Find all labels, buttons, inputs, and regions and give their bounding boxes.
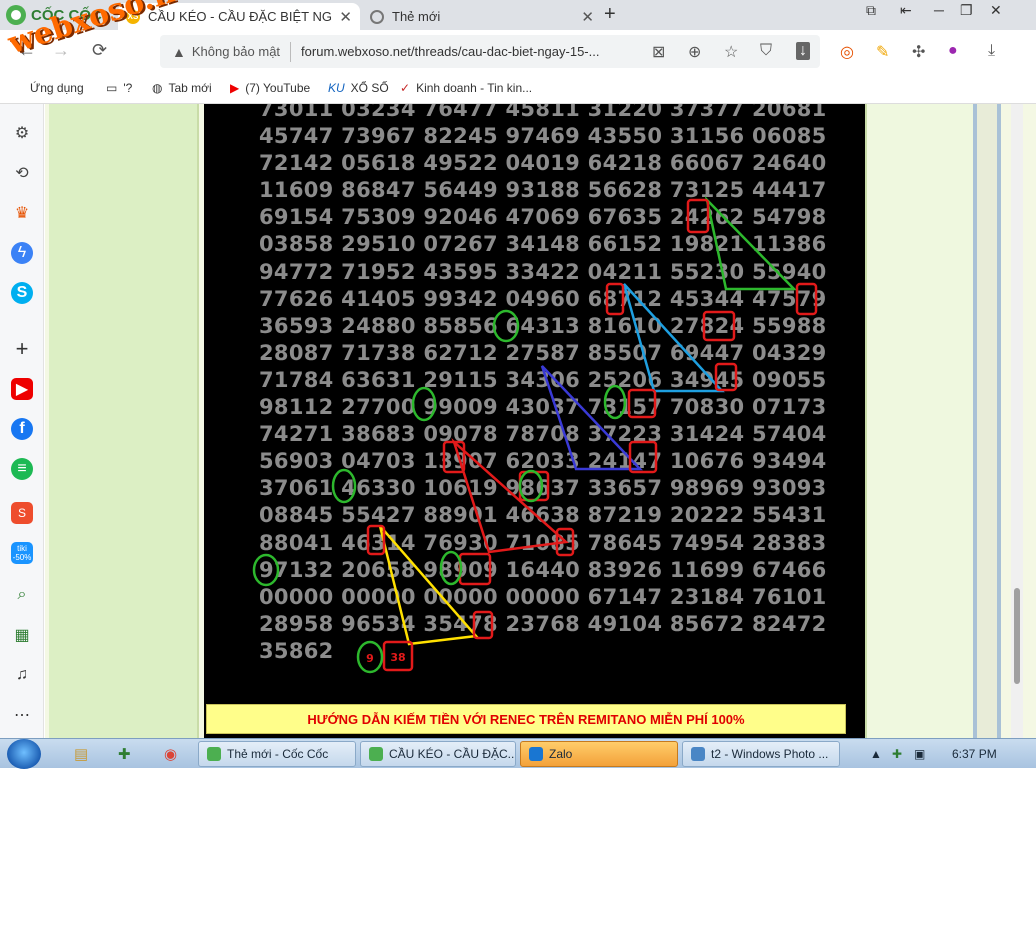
- clock[interactable]: 6:37 PM: [952, 747, 997, 761]
- divider: [290, 41, 292, 62]
- green-circles: [252, 309, 627, 674]
- bookmark-apps[interactable]: Ứng dụng: [30, 81, 84, 95]
- task-zalo[interactable]: Zalo: [520, 741, 678, 767]
- bookmark-youtube[interactable]: ▶ (7) YouTube: [230, 81, 310, 95]
- crown-icon[interactable]: ♛: [11, 202, 33, 224]
- toolbar: ← → ⟳ ▲ Không bảo mật forum.webxoso.net/…: [0, 30, 1036, 74]
- pencil-icon[interactable]: ✎: [876, 42, 889, 62]
- address-bar[interactable]: ▲ Không bảo mật forum.webxoso.net/thread…: [160, 35, 820, 68]
- table-icon[interactable]: ▦: [11, 624, 33, 646]
- new-tab-button[interactable]: +: [604, 3, 616, 26]
- youtube-icon: ▶: [230, 81, 240, 95]
- page-border: [973, 104, 1001, 738]
- box-label-38: 38: [390, 651, 405, 664]
- screenshot-icon[interactable]: ⧉: [866, 2, 876, 19]
- bookmark-xoso[interactable]: KU XỔ SỐ: [328, 81, 389, 95]
- restore-icon[interactable]: ❐: [960, 2, 973, 19]
- downloads-icon[interactable]: ⤓: [988, 42, 995, 60]
- globe-icon: ◍: [152, 81, 163, 95]
- close-icon[interactable]: ✕: [581, 8, 594, 26]
- download-page-icon[interactable]: ↓: [796, 42, 810, 60]
- shopee-icon[interactable]: S: [11, 502, 33, 524]
- explorer-icon[interactable]: ▤: [74, 745, 88, 763]
- star-icon[interactable]: ☆: [724, 42, 738, 62]
- task-cau-keo[interactable]: CẦU KÉO - CẦU ĐẶC...: [360, 741, 516, 767]
- tiki-icon[interactable]: tiki -50%: [11, 542, 33, 564]
- back-arrow-icon[interactable]: ⇤: [900, 2, 912, 19]
- close-icon[interactable]: ✕: [339, 8, 352, 26]
- close-window-icon[interactable]: ✕: [990, 2, 1002, 19]
- number-board: 73011 03234 76477 45811 31220 37377 2068…: [204, 104, 865, 738]
- reload-icon[interactable]: ⟳: [92, 40, 107, 61]
- photo-viewer-icon: [691, 747, 705, 761]
- zoom-icon[interactable]: ⊕: [688, 42, 701, 62]
- avatar-icon[interactable]: ●: [948, 42, 958, 60]
- red-boxes: [366, 198, 818, 672]
- blue-triangle: [622, 283, 725, 393]
- windows-taskbar: ▤ ✚ ◉ Thẻ mới - Cốc Cốc CẦU KÉO - CẦU ĐẶ…: [0, 738, 1036, 769]
- facebook-icon[interactable]: f: [11, 418, 33, 440]
- coccoc-pin-icon[interactable]: ✚: [118, 745, 131, 763]
- security-label[interactable]: Không bảo mật: [192, 44, 280, 59]
- folder-icon: ▭: [106, 81, 118, 95]
- popup-blocked-icon[interactable]: ⊠: [652, 42, 665, 62]
- warning-icon: ▲: [172, 43, 186, 60]
- circle-label-9: 9: [366, 652, 374, 665]
- tray-arrow-icon[interactable]: ▲: [870, 747, 882, 761]
- task-the-moi[interactable]: Thẻ mới - Cốc Cốc: [198, 741, 356, 767]
- bookmark-folder[interactable]: ▭ '?: [106, 81, 132, 95]
- task-photo-viewer[interactable]: t2 - Windows Photo ...: [682, 741, 840, 767]
- coccoc-extension-icon[interactable]: ◎: [840, 42, 854, 62]
- history-icon[interactable]: ⟲: [11, 162, 33, 184]
- url-text[interactable]: forum.webxoso.net/threads/cau-dac-biet-n…: [301, 44, 599, 59]
- more-icon[interactable]: ⋯: [11, 704, 33, 726]
- gear-icon[interactable]: ⚙: [11, 122, 33, 144]
- zalo-icon: [529, 747, 543, 761]
- shield-icon[interactable]: ⛉: [760, 42, 772, 60]
- tray-coccoc-icon[interactable]: ✚: [892, 747, 902, 761]
- lens-icon[interactable]: ⌕: [11, 584, 33, 606]
- bell-icon[interactable]: ♫: [11, 664, 33, 686]
- skype-icon[interactable]: S: [11, 282, 33, 304]
- messenger-icon[interactable]: ϟ: [11, 242, 33, 264]
- bookmark-kinh-doanh[interactable]: ✓ Kinh doanh - Tin kin...: [400, 81, 532, 95]
- tab-new[interactable]: Thẻ mới ✕: [362, 3, 602, 30]
- tab-title: CẦU KÉO - CẦU ĐẶC BIỆT NG: [148, 9, 332, 24]
- left-sidebar: ⚙ ⟲ ♛ ϟ S + ▶ f ≡ S tiki -50% ⌕ ▦ ♫ ⋯: [0, 104, 44, 738]
- tab-title: Thẻ mới: [392, 9, 441, 24]
- remitano-banner[interactable]: HƯỚNG DẪN KIẾM TIỀN VỚI RENEC TRÊN REMIT…: [206, 704, 846, 734]
- bookmark-tab-moi[interactable]: ◍ Tab mới: [152, 81, 212, 95]
- coccoc-icon: [370, 9, 384, 24]
- chrome-icon[interactable]: ◉: [164, 745, 177, 763]
- extensions-icon[interactable]: ✣: [912, 42, 925, 62]
- bookmarks-bar: Ứng dụng ▭ '? ◍ Tab mới ▶ (7) YouTube KU XỔ …: [0, 74, 1036, 104]
- scrollbar-thumb[interactable]: [1014, 588, 1020, 684]
- ku-icon: KU: [328, 81, 345, 95]
- screen: CỐC CỐC XS CẦU KÉO - CẦU ĐẶC BIỆT NG ✕ T…: [0, 0, 1036, 952]
- purple-triangle: [540, 365, 643, 471]
- start-button[interactable]: [7, 739, 41, 769]
- banner-text: HƯỚNG DẪN KIẾM TIỀN VỚI RENEC TRÊN REMIT…: [307, 711, 745, 727]
- annotation-layer: 9 38: [252, 196, 818, 674]
- network-icon[interactable]: ▣: [914, 747, 925, 761]
- youtube-icon[interactable]: ▶: [11, 378, 33, 400]
- coccoc-icon: [207, 747, 221, 761]
- spotify-icon[interactable]: ≡: [11, 458, 33, 480]
- add-icon[interactable]: +: [11, 336, 33, 361]
- right-column: [865, 104, 973, 738]
- minimize-icon[interactable]: ─: [934, 2, 944, 18]
- green-triangle: [704, 196, 797, 291]
- coccoc-icon: [369, 747, 383, 761]
- check-icon: ✓: [400, 81, 411, 95]
- left-column: [49, 104, 199, 738]
